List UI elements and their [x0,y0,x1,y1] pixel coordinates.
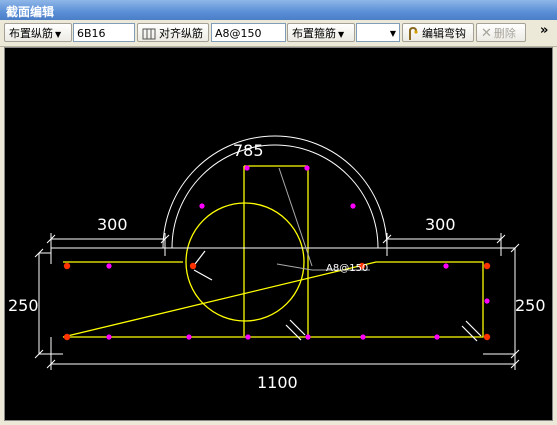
rebar-dot[interactable] [305,334,311,340]
close-icon: ✕ [481,26,492,41]
rebar-dot[interactable] [304,165,310,171]
rebar-dot[interactable] [483,262,491,270]
rebar-dot[interactable] [189,262,197,270]
dimension-ticks [34,234,520,369]
rebar-dot[interactable] [244,165,250,171]
rebar-dot[interactable] [434,334,440,340]
toolbar-overflow-button[interactable]: » [540,23,548,38]
place-long-bar-label: 布置纵筋 [9,27,53,40]
align-icon [142,28,156,40]
section-drawing: 785 300 300 250 250 1100 A8@150 [8,135,546,392]
align-long-bar-button[interactable]: 对齐纵筋 [137,23,209,42]
rebar-dots [63,165,491,341]
delete-button[interactable]: ✕ 删除 [476,23,526,42]
rebar-dot[interactable] [199,203,205,209]
rebar-dot[interactable] [443,263,449,269]
rebar-dot[interactable] [350,203,356,209]
dimension-labels: 785 300 300 250 250 1100 [8,141,546,392]
section-drawing-canvas[interactable]: 785 300 300 250 250 1100 A8@150 [4,47,553,421]
stirrup-spec-label: A8@150 [326,263,368,274]
section-circle [185,202,305,322]
stirrup-spec-input[interactable]: A8@150 [211,23,286,42]
title-bar: 截面编辑 [0,0,557,20]
toolbar: 布置纵筋 ▼ 6B16 对齐纵筋 A8@150 布置箍筋 ▼ ▼ 编辑弯钩 ✕ 删除 … [0,21,557,47]
leader-line [276,263,313,271]
rebar-dot[interactable] [106,334,112,340]
right-side-dim-label: 250 [515,296,546,315]
edit-hook-button[interactable]: 编辑弯钩 [402,23,474,42]
align-long-bar-label: 对齐纵筋 [159,27,203,40]
rebar-dot[interactable] [484,298,490,304]
place-stirrup-dropdown[interactable]: 布置箍筋 ▼ [287,23,355,42]
hook-icon [409,27,418,40]
rebar-dot[interactable] [63,333,71,341]
section-outline [62,165,484,338]
rebar-dot[interactable] [106,263,112,269]
long-bar-spec-input[interactable]: 6B16 [73,23,135,42]
window-title: 截面编辑 [6,5,55,19]
chevron-down-icon: ▼ [389,29,396,38]
arc-dim-inner [171,144,379,249]
rebar-dot[interactable] [483,333,491,341]
left-side-dim-label: 250 [8,296,39,315]
arc-dim-outer [162,135,388,249]
chevron-down-icon: ▼ [55,30,62,39]
rebar-dot[interactable] [186,334,192,340]
bottom-dim-label: 1100 [257,373,298,392]
rebar-dot[interactable] [245,334,251,340]
place-stirrup-label: 布置箍筋 [292,27,336,40]
edit-hook-label: 编辑弯钩 [422,27,466,40]
section-editor-window: 截面编辑 布置纵筋 ▼ 6B16 对齐纵筋 A8@150 布置箍筋 ▼ ▼ 编辑弯钩 [0,0,557,425]
arc-dim-label: 785 [233,141,264,160]
place-long-bar-dropdown[interactable]: 布置纵筋 ▼ [4,23,72,42]
rebar-dot[interactable] [360,334,366,340]
top-right-dim-label: 300 [425,215,456,234]
stirrup-type-select[interactable]: ▼ [356,23,400,42]
section-flange-outline [62,261,484,338]
chevron-down-icon: ▼ [338,30,345,39]
delete-label: 删除 [493,27,516,40]
stirrup-leaders [276,167,370,271]
rebar-dot[interactable] [63,262,71,270]
top-left-dim-label: 300 [97,215,128,234]
